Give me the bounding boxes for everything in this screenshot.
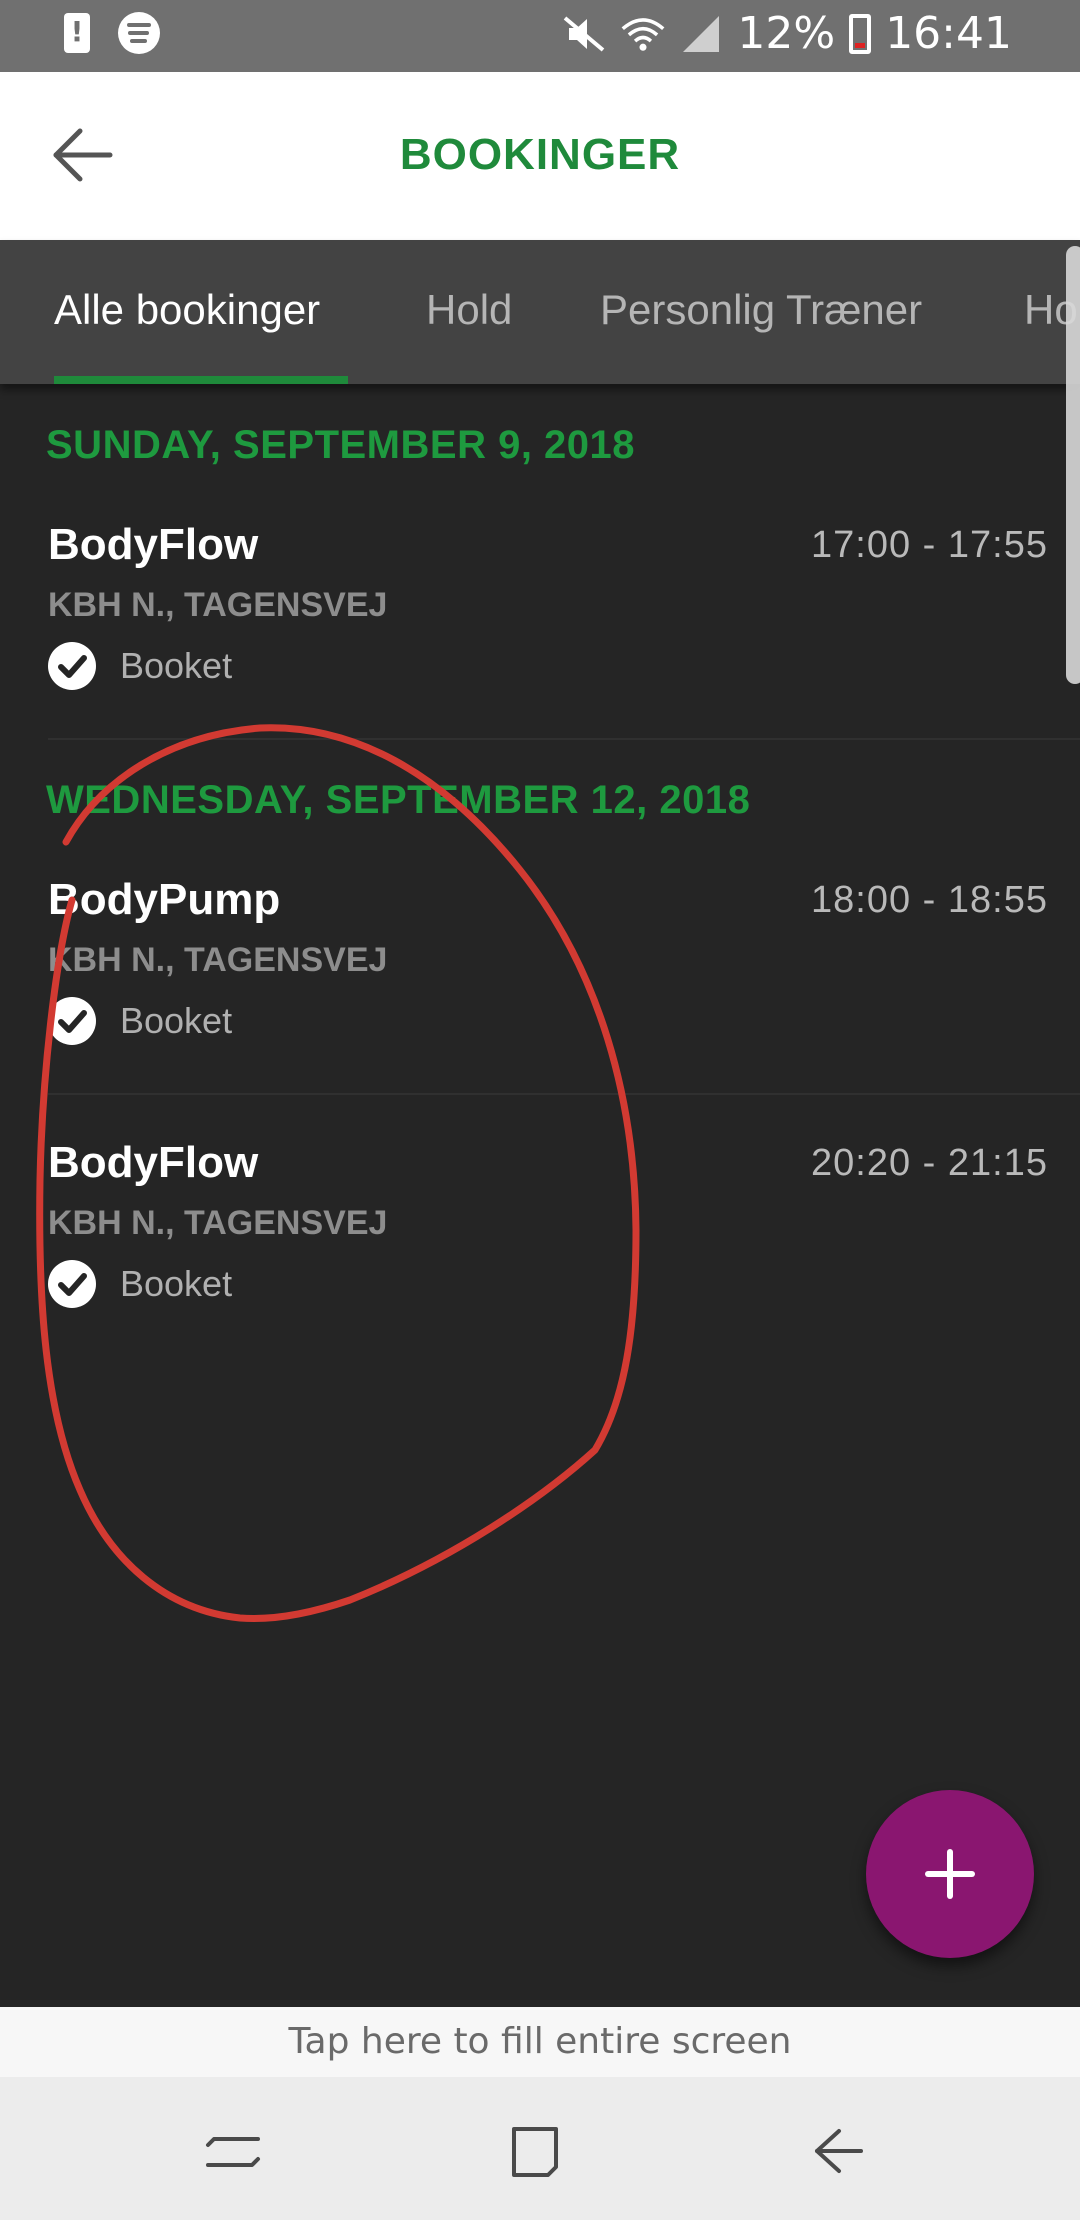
battery-icon [849, 13, 872, 54]
check-circle-icon [48, 997, 96, 1045]
tab-hold[interactable]: Hold [426, 286, 512, 334]
booking-status: Booket [48, 1260, 232, 1308]
check-circle-icon [48, 642, 96, 690]
wifi-icon [621, 17, 665, 51]
clock: 16:41 [885, 8, 1012, 59]
screen: 12% 16:41 BOOKINGER Alle bookinger Hold … [0, 0, 1080, 2220]
alert-icon [64, 13, 90, 53]
divider [48, 738, 1080, 740]
class-name: BodyPump [48, 875, 281, 924]
class-location: KBH N., TAGENSVEJ [48, 941, 388, 979]
page-title: BOOKINGER [399, 130, 681, 179]
tab-personlig-traener[interactable]: Personlig Træner [600, 286, 922, 334]
app-bar: BOOKINGER [0, 72, 1080, 240]
booking-item[interactable]: BodyFlow 20:20 - 21:15 KBH N., TAGENSVEJ… [0, 1138, 1080, 1358]
tab-alle-bookinger[interactable]: Alle bookinger [54, 286, 320, 334]
mute-icon [564, 15, 605, 52]
divider [48, 1093, 1080, 1095]
booking-status: Booket [48, 642, 232, 690]
battery-percent: 12% [737, 8, 836, 59]
back-icon[interactable] [803, 2117, 873, 2187]
status-right: 12% 16:41 [563, 8, 1012, 59]
class-time: 20:20 - 21:15 [811, 1142, 1048, 1184]
recent-apps-icon[interactable] [198, 2117, 268, 2187]
active-tab-indicator [54, 376, 348, 384]
fill-screen-banner[interactable]: Tap here to fill entire screen [0, 2007, 1080, 2077]
add-booking-button[interactable] [866, 1790, 1034, 1958]
class-location: KBH N., TAGENSVEJ [48, 1204, 388, 1242]
plus-icon [925, 1849, 975, 1899]
day-header: WEDNESDAY, SEPTEMBER 12, 2018 [46, 778, 751, 822]
booking-item[interactable]: BodyPump 18:00 - 18:55 KBH N., TAGENSVEJ… [0, 875, 1080, 1095]
tab-bar: Alle bookinger Hold Personlig Træner Ho [0, 240, 1080, 384]
class-name: BodyFlow [48, 520, 259, 569]
class-time: 18:00 - 18:55 [811, 879, 1048, 921]
class-name: BodyFlow [48, 1138, 259, 1187]
status-bar: 12% 16:41 [0, 0, 1080, 72]
status-label: Booket [120, 1263, 233, 1304]
class-time: 17:00 - 17:55 [811, 524, 1048, 566]
signal-icon [683, 15, 720, 52]
class-location: KBH N., TAGENSVEJ [48, 586, 388, 624]
booking-item[interactable]: BodyFlow 17:00 - 17:55 KBH N., TAGENSVEJ… [0, 520, 1080, 740]
booking-status: Booket [48, 997, 232, 1045]
status-label: Booket [120, 1000, 233, 1041]
check-circle-icon [48, 1260, 96, 1308]
status-left [64, 12, 160, 54]
spotify-icon [118, 12, 160, 54]
day-header: SUNDAY, SEPTEMBER 9, 2018 [46, 423, 636, 467]
system-nav-bar [0, 2077, 1080, 2220]
home-icon[interactable] [500, 2117, 570, 2187]
status-label: Booket [120, 645, 233, 686]
